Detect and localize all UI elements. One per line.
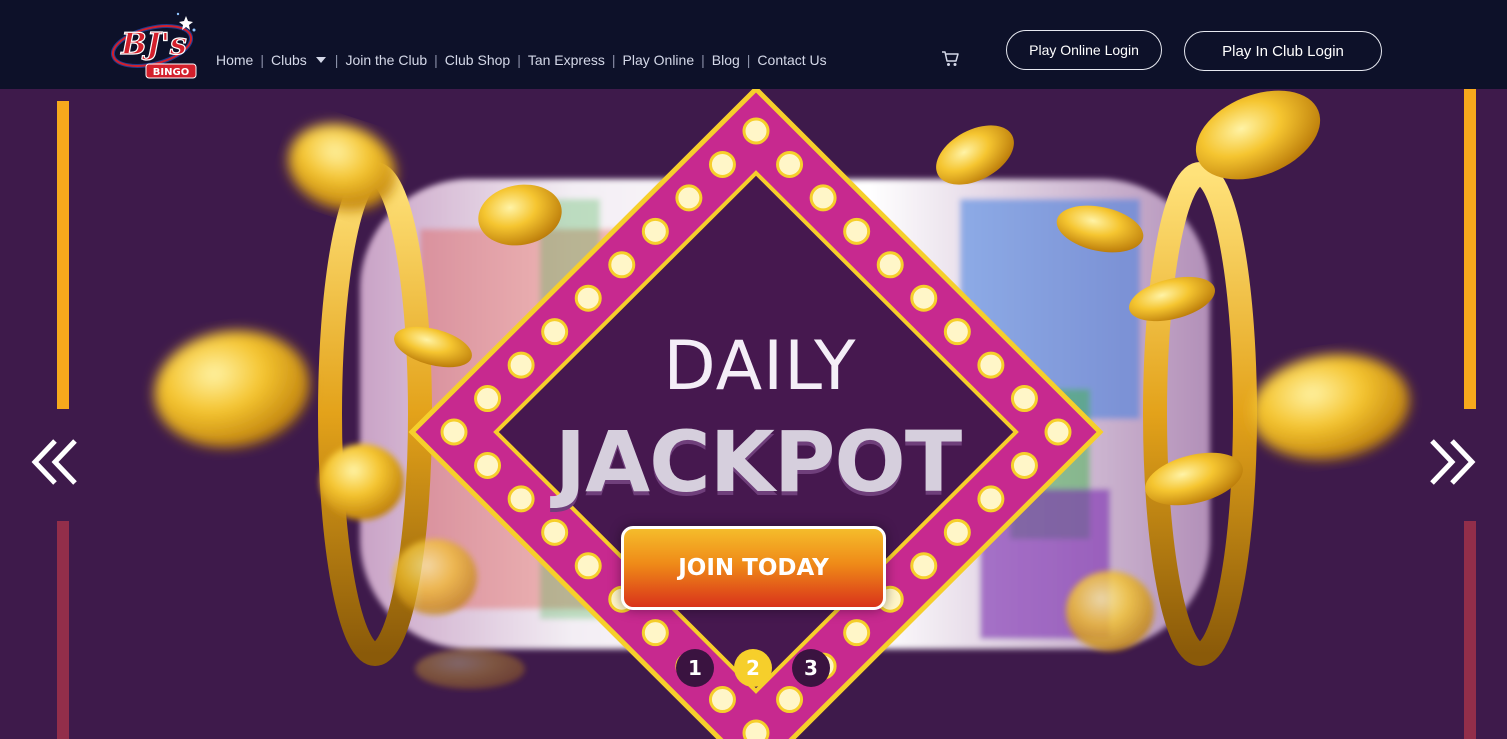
join-today-button[interactable]: JOIN TODAY bbox=[621, 526, 886, 610]
logo-text: BJ's bbox=[120, 27, 187, 62]
nav-join-the-club[interactable]: Join the Club bbox=[345, 52, 427, 68]
bjs-bingo-logo[interactable]: BJ's BINGO bbox=[108, 10, 202, 82]
nav-separator: | bbox=[701, 52, 705, 68]
nav-clubs[interactable]: Clubs bbox=[271, 52, 307, 68]
nav-separator: | bbox=[260, 52, 264, 68]
slide-dot-1[interactable]: 1 bbox=[676, 649, 714, 687]
nav-tan-express[interactable]: Tan Express bbox=[528, 52, 605, 68]
logo-subtext: BINGO bbox=[153, 67, 189, 78]
double-chevron-right-icon[interactable] bbox=[1428, 433, 1476, 491]
caret-down-icon[interactable] bbox=[315, 57, 326, 63]
nav-separator: | bbox=[746, 52, 751, 68]
slide-pagination: 1 2 3 bbox=[676, 649, 850, 687]
site-header: BJ's BINGO Home | Clubs | Join the Club … bbox=[0, 0, 1507, 89]
hero-title-daily: DAILY bbox=[663, 327, 857, 406]
nav-separator: | bbox=[611, 52, 616, 68]
nav-club-shop[interactable]: Club Shop bbox=[445, 52, 510, 68]
slide-dot-2[interactable]: 2 bbox=[734, 649, 772, 687]
nav-separator: | bbox=[517, 52, 521, 68]
nav-play-online[interactable]: Play Online bbox=[623, 52, 695, 68]
hero-slider: DAILY JACKPOT JOIN TODAY 1 2 3 bbox=[0, 89, 1507, 739]
play-online-login-button[interactable]: Play Online Login bbox=[1006, 30, 1162, 70]
cart-icon[interactable] bbox=[941, 50, 959, 68]
play-in-club-login-button[interactable]: Play In Club Login bbox=[1184, 31, 1382, 71]
double-chevron-left-icon[interactable] bbox=[31, 433, 79, 491]
nav-separator: | bbox=[334, 52, 339, 68]
nav-contact-us[interactable]: Contact Us bbox=[757, 52, 826, 68]
slide-dot-3[interactable]: 3 bbox=[792, 649, 830, 687]
nav-home[interactable]: Home bbox=[216, 52, 253, 68]
main-nav: Home | Clubs | Join the Club | Club Shop… bbox=[216, 52, 827, 68]
hero-title-jackpot: JACKPOT bbox=[554, 413, 962, 511]
nav-separator: | bbox=[434, 52, 438, 68]
nav-blog[interactable]: Blog bbox=[712, 52, 740, 68]
